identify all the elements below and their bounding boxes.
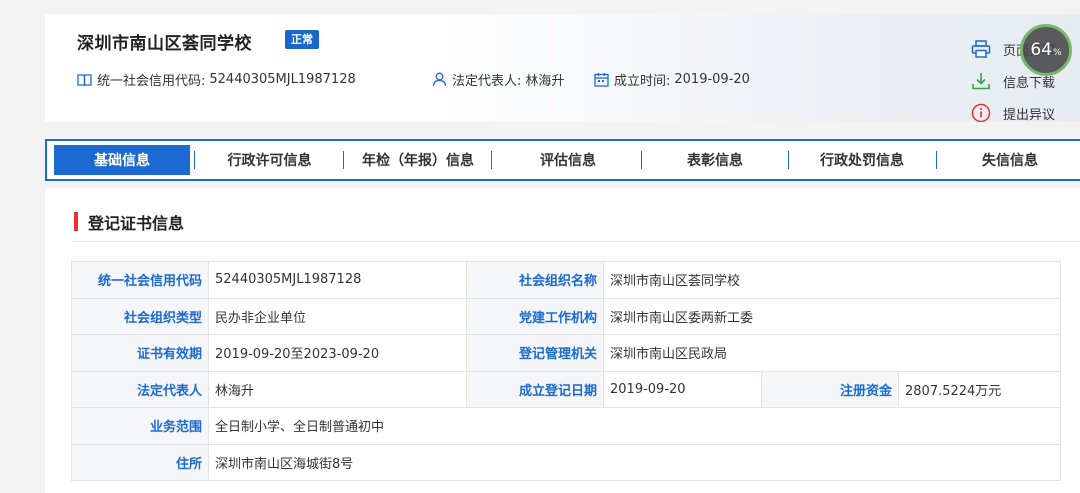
- status-badge: 正常: [285, 30, 319, 49]
- org-header-card: 深圳市南山区荟同学校 正常 统一社会信用代码: 52440305MJL19871…: [45, 14, 1080, 122]
- credit-code-meta: 统一社会信用代码: 52440305MJL1987128: [77, 70, 356, 89]
- section-divider: [72, 241, 1080, 242]
- address-value: 深圳市南山区海城街8号: [208, 443, 1061, 481]
- tab-annual-inspection[interactable]: 年检（年报）信息: [347, 145, 489, 175]
- address-key: 住所: [71, 443, 209, 481]
- validity-key: 证书有效期: [71, 334, 209, 372]
- tab-divider: [491, 151, 492, 169]
- section-marker: [74, 212, 78, 231]
- org-type-key: 社会组织类型: [71, 297, 209, 335]
- scope-key: 业务范围: [71, 407, 209, 445]
- info-tabs: 基础信息 行政许可信息 年检（年报）信息 评估信息 表彰信息 行政处罚信息 失信…: [45, 139, 1080, 181]
- person-icon: [432, 72, 447, 87]
- tab-divider: [936, 151, 937, 169]
- tab-admin-penalty[interactable]: 行政处罚信息: [790, 145, 934, 175]
- tab-divider: [194, 151, 195, 169]
- legal-rep-key: 法定代表人: [71, 370, 209, 408]
- legal-rep-meta: 法定代表人: 林海升: [432, 70, 564, 89]
- raise-objection-label: 提出异议: [1003, 107, 1056, 123]
- tab-divider: [641, 151, 642, 169]
- section-title: 登记证书信息: [88, 214, 185, 233]
- org-name-value: 深圳市南山区荟同学校: [603, 261, 1061, 299]
- zoom-level-badge[interactable]: 64%: [1020, 24, 1072, 76]
- org-type-value: 民办非企业单位: [208, 297, 467, 335]
- legal-rep-value: 林海升: [525, 74, 565, 89]
- tab-divider: [343, 151, 344, 169]
- legal-rep-label: 法定代表人:: [452, 74, 522, 89]
- raise-objection-button[interactable]: 提出异议: [971, 102, 1080, 122]
- registration-section: 登记证书信息 统一社会信用代码 52440305MJL1987128 社会组织名…: [45, 188, 1080, 493]
- registration-info-table: 统一社会信用代码 52440305MJL1987128 社会组织名称 深圳市南山…: [71, 261, 1061, 481]
- party-org-key: 党建工作机构: [466, 297, 604, 335]
- validity-value: 2019-09-20至2023-09-20: [208, 334, 467, 372]
- capital-value: 2807.5224万元: [898, 370, 1061, 408]
- table-row: 业务范围 全日制小学、全日制普通初中: [71, 407, 1061, 445]
- tab-divider: [788, 151, 789, 169]
- table-row: 法定代表人 林海升 成立登记日期 2019-09-20 注册资金 2807.52…: [71, 370, 1061, 408]
- reg-date-key: 成立登记日期: [466, 370, 604, 408]
- table-row: 社会组织类型 民办非企业单位 党建工作机构 深圳市南山区委两新工委: [71, 297, 1061, 335]
- calendar-icon: [594, 73, 609, 87]
- tab-evaluation[interactable]: 评估信息: [495, 145, 641, 175]
- table-row: 住所 深圳市南山区海城街8号: [71, 443, 1061, 481]
- tab-basic-info[interactable]: 基础信息: [54, 145, 190, 175]
- scope-value: 全日制小学、全日制普通初中: [208, 407, 1061, 445]
- authority-value: 深圳市南山区民政局: [603, 334, 1061, 372]
- table-row: 统一社会信用代码 52440305MJL1987128 社会组织名称 深圳市南山…: [71, 261, 1061, 299]
- tab-commendation[interactable]: 表彰信息: [643, 145, 787, 175]
- org-name-key: 社会组织名称: [466, 261, 604, 299]
- tab-dishonesty[interactable]: 失信信息: [938, 145, 1080, 175]
- party-org-value: 深圳市南山区委两新工委: [603, 297, 1061, 335]
- credit-code-key: 统一社会信用代码: [71, 261, 209, 299]
- book-icon: [77, 73, 92, 86]
- reg-date-value: 2019-09-20: [603, 370, 762, 408]
- zoom-value: 64: [1030, 40, 1053, 60]
- legal-rep-value: 林海升: [208, 370, 467, 408]
- credit-code-value: 52440305MJL1987128: [209, 72, 356, 87]
- founded-label: 成立时间:: [614, 74, 671, 89]
- download-icon: [972, 73, 990, 90]
- info-circle-icon: [971, 103, 991, 122]
- printer-icon: [971, 40, 991, 58]
- page-title: 深圳市南山区荟同学校: [77, 34, 252, 54]
- zoom-unit: %: [1053, 48, 1062, 58]
- capital-key: 注册资金: [761, 370, 899, 408]
- credit-code-value: 52440305MJL1987128: [208, 261, 467, 299]
- founded-meta: 成立时间: 2019-09-20: [594, 70, 750, 89]
- credit-code-label: 统一社会信用代码:: [97, 74, 206, 89]
- tab-admin-license[interactable]: 行政许可信息: [197, 145, 342, 175]
- download-info-button[interactable]: 信息下载: [971, 70, 1080, 92]
- table-row: 证书有效期 2019-09-20至2023-09-20 登记管理机关 深圳市南山…: [71, 334, 1061, 372]
- founded-value: 2019-09-20: [674, 72, 750, 87]
- authority-key: 登记管理机关: [466, 334, 604, 372]
